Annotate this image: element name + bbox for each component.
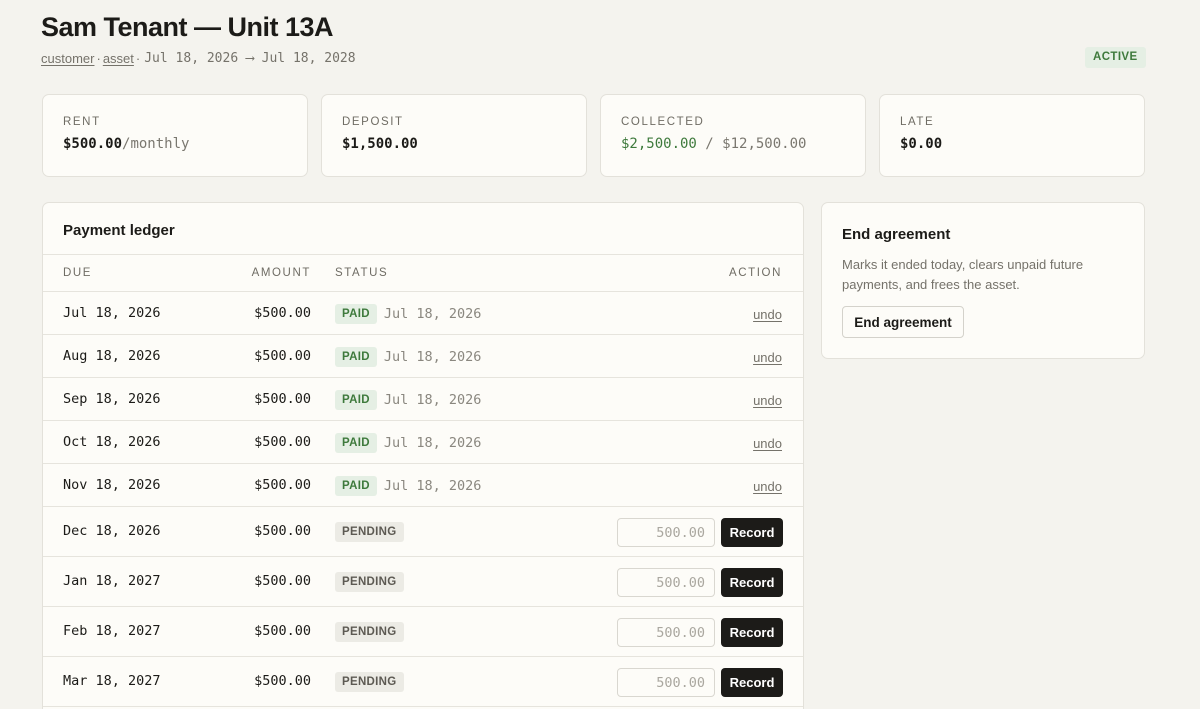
due-date-cell: Mar 18, 2027 — [63, 673, 161, 689]
record-payment-button[interactable]: Record — [721, 568, 783, 597]
status-badge: PENDING — [335, 622, 404, 642]
status-badge: PENDING — [335, 572, 404, 592]
amount-cell: $500.00 — [254, 434, 311, 450]
due-date-cell: Jul 18, 2026 — [63, 305, 161, 321]
record-payment-button[interactable]: Record — [721, 618, 783, 647]
amount-cell: $500.00 — [254, 477, 311, 493]
stat-card-late: LATE $0.00 — [879, 94, 1145, 177]
ledger-title: Payment ledger — [63, 222, 175, 239]
table-row: Jan 18, 2027 $500.00 PENDING Record — [43, 557, 803, 607]
due-date-cell: Aug 18, 2026 — [63, 348, 161, 364]
stat-value: $2,500.00 / $12,500.00 — [621, 136, 865, 152]
paid-date: Jul 18, 2026 — [383, 349, 482, 365]
status-badge: PAID — [335, 347, 377, 367]
breadcrumb: customer · asset · Jul 18, 2026 ⟶ Jul 18… — [41, 51, 356, 66]
paid-date: Jul 18, 2026 — [383, 392, 482, 408]
payment-amount-input[interactable] — [617, 568, 715, 597]
column-header-due: DUE — [63, 267, 93, 279]
stat-card-collected: COLLECTED $2,500.00 / $12,500.00 — [600, 94, 866, 177]
ledger-header-row: DUE AMOUNT STATUS ACTION — [43, 254, 803, 292]
payment-amount-input[interactable] — [617, 668, 715, 697]
status-badge: ACTIVE — [1085, 47, 1146, 68]
undo-link[interactable]: undo — [753, 307, 782, 322]
end-agreement-button[interactable]: End agreement — [842, 306, 964, 338]
due-date-cell: Feb 18, 2027 — [63, 623, 161, 639]
amount-cell: $500.00 — [254, 573, 311, 589]
end-agreement-card: End agreement Marks it ended today, clea… — [821, 202, 1145, 359]
amount-cell: $500.00 — [254, 623, 311, 639]
amount-cell: $500.00 — [254, 523, 311, 539]
table-row: Feb 18, 2027 $500.00 PENDING Record — [43, 607, 803, 657]
status-badge: PAID — [335, 304, 377, 324]
table-row: Mar 18, 2027 $500.00 PENDING Record — [43, 657, 803, 707]
column-header-amount: AMOUNT — [251, 267, 311, 279]
paid-date: Jul 18, 2026 — [383, 478, 482, 494]
paid-date: Jul 18, 2026 — [383, 306, 482, 322]
stat-label: RENT — [63, 116, 101, 128]
undo-link[interactable]: undo — [753, 479, 782, 494]
status-cell: PAID Jul 18, 2026 — [335, 304, 481, 324]
agreement-date-range: Jul 18, 2026 ⟶ Jul 18, 2028 — [144, 51, 356, 66]
stat-value: $500.00/monthly — [63, 136, 307, 152]
end-agreement-description: Marks it ended today, clears unpaid futu… — [842, 257, 1084, 292]
rent-frequency: /monthly — [122, 136, 190, 152]
table-row: Nov 18, 2026 $500.00 PAID Jul 18, 2026 undo — [43, 464, 803, 507]
due-date-cell: Nov 18, 2026 — [63, 477, 161, 493]
stat-label: DEPOSIT — [342, 116, 404, 128]
status-cell: PENDING — [335, 672, 404, 692]
collected-separator: / — [696, 136, 723, 152]
due-date-cell: Dec 18, 2026 — [63, 523, 161, 539]
column-header-action: ACTION — [728, 267, 782, 279]
due-date-cell: Jan 18, 2027 — [63, 573, 161, 589]
breadcrumb-customer-link[interactable]: customer — [41, 51, 94, 66]
status-cell: PENDING — [335, 522, 404, 542]
table-row: Jul 18, 2026 $500.00 PAID Jul 18, 2026 undo — [43, 292, 803, 335]
table-row: Oct 18, 2026 $500.00 PAID Jul 18, 2026 undo — [43, 421, 803, 464]
status-cell: PENDING — [335, 622, 404, 642]
record-payment-button[interactable]: Record — [721, 518, 783, 547]
status-badge: PAID — [335, 476, 377, 496]
amount-cell: $500.00 — [254, 391, 311, 407]
column-header-status: STATUS — [335, 267, 389, 279]
payment-amount-input[interactable] — [617, 518, 715, 547]
stat-label: LATE — [900, 116, 935, 128]
due-date-cell: Sep 18, 2026 — [63, 391, 161, 407]
table-row: Aug 18, 2026 $500.00 PAID Jul 18, 2026 undo — [43, 335, 803, 378]
undo-link[interactable]: undo — [753, 393, 782, 408]
deposit-amount: $1,500.00 — [342, 136, 418, 152]
table-row: Dec 18, 2026 $500.00 PENDING Record — [43, 507, 803, 557]
late-amount: $0.00 — [900, 136, 943, 152]
collected-total: $12,500.00 — [722, 136, 807, 152]
amount-cell: $500.00 — [254, 348, 311, 364]
amount-cell: $500.00 — [254, 305, 311, 321]
status-badge: PAID — [335, 433, 377, 453]
status-cell: PENDING — [335, 572, 404, 592]
payment-amount-input[interactable] — [617, 618, 715, 647]
breadcrumb-separator: · — [135, 51, 141, 66]
undo-link[interactable]: undo — [753, 350, 782, 365]
page-title: Sam Tenant — Unit 13A — [41, 12, 334, 42]
stat-card-rent: RENT $500.00/monthly — [42, 94, 308, 177]
status-badge: PENDING — [335, 672, 404, 692]
end-agreement-title: End agreement — [842, 226, 951, 243]
status-badge: PAID — [335, 390, 377, 410]
record-payment-button[interactable]: Record — [721, 668, 783, 697]
status-cell: PAID Jul 18, 2026 — [335, 390, 481, 410]
collected-amount: $2,500.00 — [621, 136, 697, 152]
status-cell: PAID Jul 18, 2026 — [335, 476, 481, 496]
breadcrumb-separator: · — [96, 51, 101, 66]
stat-label: COLLECTED — [621, 116, 705, 128]
breadcrumb-asset-link[interactable]: asset — [103, 51, 134, 66]
amount-cell: $500.00 — [254, 673, 311, 689]
status-cell: PAID Jul 18, 2026 — [335, 347, 481, 367]
table-row: Sep 18, 2026 $500.00 PAID Jul 18, 2026 undo — [43, 378, 803, 421]
stat-card-deposit: DEPOSIT $1,500.00 — [321, 94, 587, 177]
paid-date: Jul 18, 2026 — [383, 435, 482, 451]
status-badge: PENDING — [335, 522, 404, 542]
status-cell: PAID Jul 18, 2026 — [335, 433, 481, 453]
rent-amount: $500.00 — [63, 136, 123, 152]
payment-ledger: Payment ledger DUE AMOUNT STATUS ACTION … — [42, 202, 804, 709]
undo-link[interactable]: undo — [753, 436, 782, 451]
due-date-cell: Oct 18, 2026 — [63, 434, 161, 450]
